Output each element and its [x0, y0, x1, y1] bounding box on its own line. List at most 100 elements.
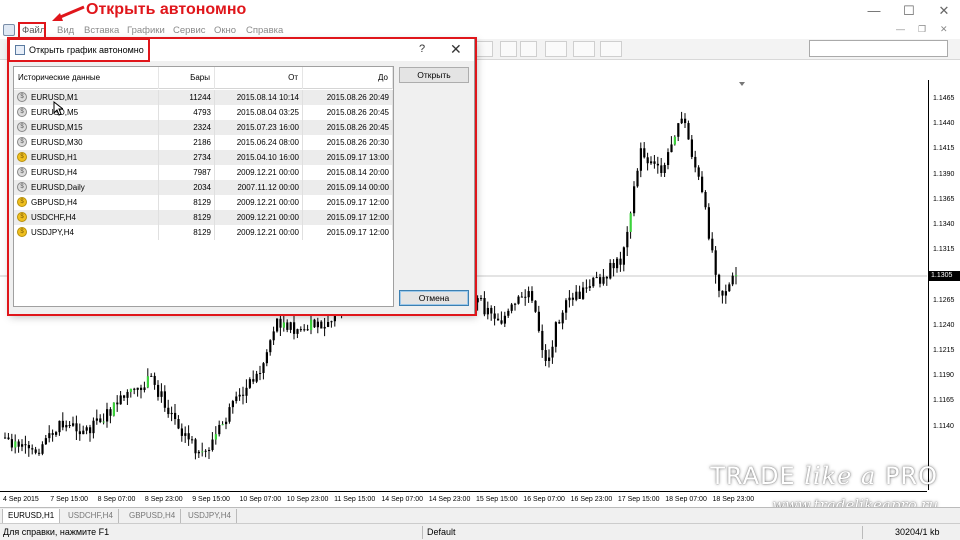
- candle: [554, 321, 557, 353]
- candle: [500, 311, 503, 325]
- candle: [218, 420, 221, 437]
- templates-icon[interactable]: [600, 41, 622, 57]
- candle: [75, 415, 78, 441]
- candle: [136, 387, 139, 397]
- menu-window[interactable]: Окно: [214, 25, 236, 36]
- close-icon[interactable]: ✕: [934, 3, 954, 19]
- candle: [663, 162, 666, 178]
- candle: [707, 203, 710, 241]
- candle: [109, 407, 112, 424]
- time-tick-label: 7 Sep 15:00: [50, 496, 89, 503]
- annotation-label: Открыть автономно: [86, 1, 247, 18]
- time-tick-label: 16 Sep 23:00: [570, 496, 613, 503]
- candle: [667, 148, 670, 170]
- candle: [92, 417, 95, 439]
- candle: [99, 414, 102, 424]
- period-separator-icon[interactable]: [500, 41, 517, 57]
- maximize-icon[interactable]: ☐: [899, 3, 919, 19]
- time-tick-label: 18 Sep 23:00: [712, 496, 755, 503]
- candle: [228, 403, 231, 424]
- watermark-brand-a: TRADE: [710, 462, 805, 490]
- candle: [602, 269, 605, 286]
- candle: [497, 313, 500, 321]
- candle: [197, 450, 200, 459]
- candle: [68, 421, 71, 429]
- candle: [480, 295, 483, 301]
- candle: [170, 406, 173, 422]
- menu-help[interactable]: Справка: [246, 25, 283, 36]
- menu-tools[interactable]: Сервис: [173, 25, 206, 36]
- candle: [21, 439, 24, 452]
- candle: [619, 251, 622, 272]
- menu-charts[interactable]: Графики: [127, 25, 165, 36]
- candle: [51, 429, 54, 442]
- grid-icon[interactable]: [476, 41, 493, 57]
- candle: [24, 435, 27, 454]
- candle: [588, 279, 591, 292]
- candle: [537, 305, 540, 333]
- price-tick-label: 1.1165: [933, 397, 954, 405]
- candle: [561, 310, 564, 330]
- mdi-minimize-icon[interactable]: —: [896, 24, 905, 34]
- candle: [578, 285, 581, 299]
- minimize-icon[interactable]: —: [864, 3, 884, 19]
- menu-view[interactable]: Вид: [57, 25, 74, 36]
- status-separator: [422, 526, 423, 539]
- candle: [231, 399, 234, 414]
- candle: [85, 425, 88, 435]
- price-tick-label: 1.1415: [933, 145, 955, 153]
- add-indicator-icon[interactable]: [545, 41, 567, 57]
- candle: [153, 372, 156, 390]
- app-menu-icon[interactable]: [3, 24, 15, 36]
- watermark-brand-b: like a: [804, 462, 885, 490]
- candle: [204, 449, 207, 458]
- candle: [493, 305, 496, 326]
- candle: [735, 267, 738, 285]
- candle: [262, 362, 265, 380]
- candle: [684, 113, 687, 128]
- time-tick-label: 8 Sep 23:00: [144, 496, 183, 503]
- candle: [242, 386, 245, 405]
- price-tick-label: 1.1465: [933, 95, 955, 102]
- candle: [687, 120, 690, 140]
- tab-gbpusd-h4[interactable]: GBPUSD,H4: [124, 509, 182, 523]
- chart-shift-marker-icon: [739, 82, 745, 86]
- candle: [514, 302, 517, 311]
- candle: [119, 390, 122, 405]
- tab-usdjpy-h4[interactable]: USDJPY,H4: [183, 509, 237, 523]
- price-tick-label: 1.1215: [933, 347, 955, 354]
- candle: [160, 383, 163, 403]
- tab-usdchf-h4[interactable]: USDCHF,H4: [63, 509, 119, 523]
- mdi-close-icon[interactable]: ✕: [940, 24, 948, 35]
- price-tick-label: 1.1265: [933, 296, 955, 304]
- mdi-restore-icon[interactable]: ❐: [918, 24, 926, 35]
- candle: [38, 448, 41, 456]
- tab-eurusd-h1[interactable]: EURUSD,H1: [2, 509, 61, 523]
- candle: [112, 402, 115, 417]
- candle: [123, 394, 126, 402]
- candle: [486, 301, 489, 320]
- time-tick-label: 14 Sep 07:00: [381, 496, 424, 503]
- candle: [194, 437, 197, 460]
- crosshair-icon[interactable]: [520, 41, 537, 57]
- candle: [299, 326, 302, 332]
- candle: [41, 441, 44, 456]
- annotation-title-highlight: [8, 38, 150, 62]
- candle: [133, 387, 136, 395]
- candle: [571, 292, 574, 306]
- candle: [690, 134, 693, 160]
- periods-clock-icon[interactable]: [573, 41, 595, 57]
- candle: [310, 315, 313, 335]
- candle: [330, 320, 333, 328]
- candle: [656, 156, 659, 174]
- search-input[interactable]: [809, 40, 948, 57]
- candle: [306, 324, 309, 331]
- candle: [575, 285, 578, 302]
- price-tick-label: 1.1440: [933, 120, 955, 128]
- candle: [551, 340, 554, 364]
- time-tick-label: 10 Sep 23:00: [286, 496, 329, 503]
- candle: [731, 272, 734, 287]
- menu-insert[interactable]: Вставка: [84, 25, 119, 36]
- price-axis: 1.1465 1.1440 1.1415 1.1390 1.1365 1.1340 1.13…: [928, 80, 960, 490]
- status-profile: Default: [427, 527, 456, 537]
